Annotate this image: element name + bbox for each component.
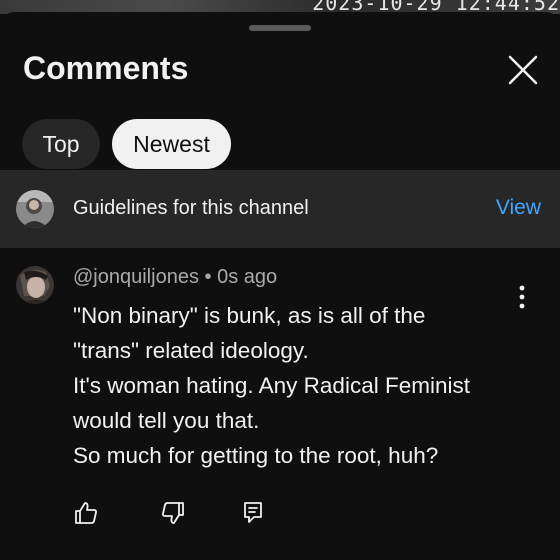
like-button[interactable]: [73, 500, 99, 526]
chip-newest[interactable]: Newest: [112, 119, 231, 169]
close-button[interactable]: [505, 52, 541, 88]
reply-button[interactable]: [240, 500, 266, 526]
comment-line: would tell you that.: [73, 408, 260, 433]
sheet-title: Comments: [23, 50, 189, 86]
meta-separator: •: [204, 266, 212, 288]
comment-time: 0s ago: [217, 266, 278, 288]
thumbs-up-icon: [75, 502, 97, 524]
comment-author[interactable]: @jonquiljones: [73, 266, 199, 288]
channel-avatar: [16, 190, 54, 228]
thumbs-down-icon: [162, 502, 184, 524]
close-icon: [508, 55, 538, 85]
drag-handle[interactable]: [249, 25, 311, 31]
chip-top[interactable]: Top: [22, 119, 100, 169]
comment-line: "Non binary" is bunk, as is all of the: [73, 303, 426, 328]
avatar[interactable]: [16, 266, 54, 304]
comment-meta: @jonquiljones • 0s ago: [73, 266, 277, 289]
comment-line: So much for getting to the root, huh?: [73, 443, 439, 468]
comment-line: "trans" related ideology.: [73, 338, 309, 363]
chip-top-label: Top: [42, 130, 80, 157]
chip-newest-label: Newest: [133, 130, 210, 157]
comment-text: "Non binary" is bunk, as is all of the "…: [73, 298, 533, 473]
channel-guidelines-banner: Guidelines for this channel View: [0, 170, 560, 248]
comment-line: It's woman hating. Any Radical Feminist: [73, 373, 470, 398]
reply-icon: [244, 502, 262, 523]
view-guidelines-link[interactable]: View: [496, 196, 541, 220]
dislike-button[interactable]: [160, 500, 186, 526]
guidelines-text: Guidelines for this channel: [73, 197, 309, 219]
